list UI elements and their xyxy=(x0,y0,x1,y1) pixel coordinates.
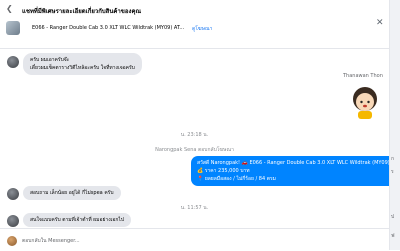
message-composer: ตอบกลับใน Messenger... xyxy=(0,228,389,251)
view-ad-link[interactable]: ดูโฆษณา xyxy=(192,25,212,33)
chevron-left-icon[interactable]: ❮ xyxy=(6,4,13,13)
timestamp: น. 11:57 น. xyxy=(180,205,209,211)
product-card[interactable]: E066 - Ranger Double Cab 3.0 XLT WLC Wil… xyxy=(0,21,300,37)
system-note: Narongpak Sena ตอบกลับโฆษณา xyxy=(155,147,234,153)
side-text: ฟ xyxy=(391,233,395,239)
message-line: เดี๋ยวผมเช็คตารางวิตีไหล้อะครับ ใจที่ทาง… xyxy=(30,65,135,71)
chat-title: แชทที่มีพิเศษรายละเอียดเกี่ยวกับสินค้าขอ… xyxy=(22,8,142,15)
avatar xyxy=(7,215,19,227)
message-line: 📍 ยลยลมือสอง / ไม่กี่ร้อย / 84 ตรม xyxy=(197,176,276,182)
chat-panel: ❮ แชทที่มีพิเศษรายละเอียดเกี่ยวกับสินค้า… xyxy=(0,0,400,251)
message-line: สนใจแบบครับ ตามที่เจ้าต่ำที่ ผมอย่างเอกไ… xyxy=(30,217,125,223)
message-line: ครับ ผมเอาครับจ๊ะ xyxy=(30,57,70,63)
product-name: E066 - Ranger Double Cab 3.0 XLT WLC Wil… xyxy=(32,25,185,31)
message-line: สวัสดี Narongpak! 🚗 E066 - Ranger Double… xyxy=(197,160,400,166)
message-bubble-outgoing: สวัสดี Narongpak! 🚗 E066 - Ranger Double… xyxy=(191,156,400,186)
chat-header: ❮ แชทที่มีพิเศษรายละเอียดเกี่ยวกับสินค้า… xyxy=(0,0,389,49)
side-text: ป xyxy=(391,214,395,220)
message-bubble-incoming: สนใจแบบครับ ตามที่เจ้าต่ำที่ ผมอย่างเอกไ… xyxy=(23,213,132,227)
avatar xyxy=(7,236,17,246)
avatar xyxy=(7,56,19,68)
side-text: ก xyxy=(391,156,395,162)
product-thumbnail xyxy=(6,21,20,35)
side-text: ร xyxy=(391,169,394,175)
message-bubble-incoming: ครับ ผมเอาครับจ๊ะ เดี๋ยวผมเช็คตารางวิตีไ… xyxy=(23,53,142,75)
sender-name: Thanawan Thon xyxy=(343,73,383,79)
timestamp: น. 23:18 น. xyxy=(180,132,209,138)
side-panel: ก ร ป ฟ xyxy=(389,0,400,250)
avatar xyxy=(7,188,19,200)
close-icon[interactable]: ✕ xyxy=(376,18,384,28)
message-bubble-incoming: สอบถาม เล็กน้อย อยู่ได้ กี่ไม่spea ครับ xyxy=(23,186,121,200)
sticker-image xyxy=(353,87,377,119)
message-line: สอบถาม เล็กน้อย อยู่ได้ กี่ไม่spea ครับ xyxy=(30,190,114,196)
message-line: 💰 ราคา 235,000 บาท xyxy=(197,168,250,174)
message-input[interactable]: ตอบกลับใน Messenger... xyxy=(22,237,80,245)
